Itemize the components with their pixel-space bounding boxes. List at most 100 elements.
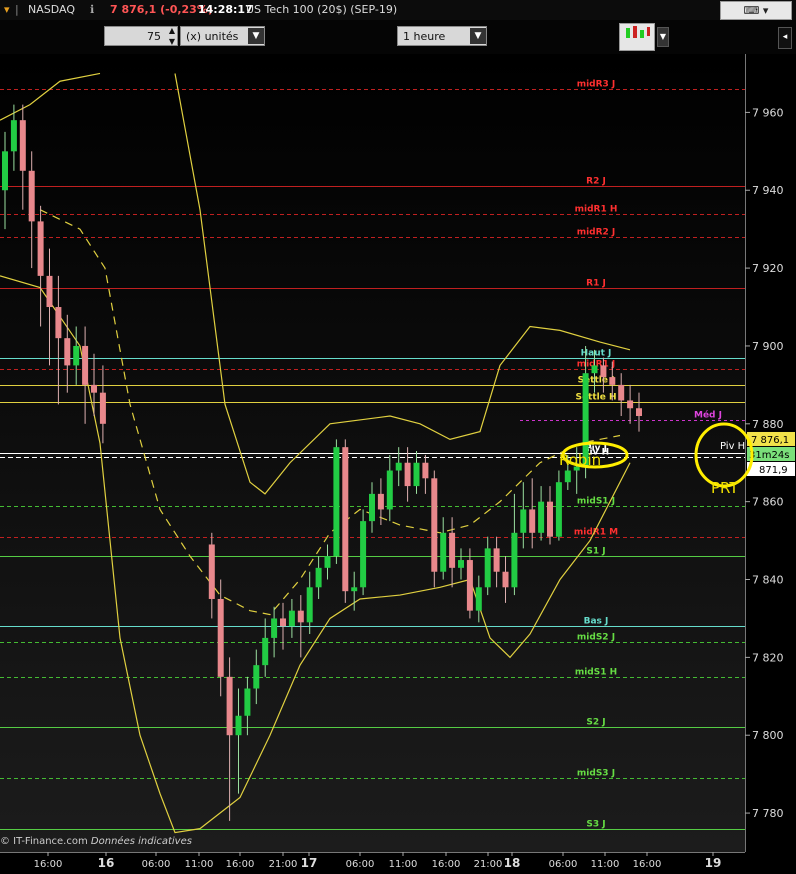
candle-body — [591, 365, 598, 374]
candle-body — [288, 610, 295, 627]
level-label-MedJ: Méd J — [694, 410, 722, 421]
candle-body — [99, 392, 106, 424]
candle-body — [413, 462, 420, 487]
collapse-panel-icon[interactable]: ◂ — [778, 27, 792, 49]
copyright-text: © IT-Finance.com — [0, 836, 88, 847]
candle-body — [440, 532, 447, 572]
candle-body — [64, 338, 71, 366]
x-tick-label: 16:00 — [432, 859, 461, 870]
x-tick-label: 11:00 — [389, 859, 418, 870]
candle-body — [520, 509, 527, 533]
quote-header: ▾ | NASDAQ ℹ 7 876,1 (-0,23%) 14:28:17 U… — [0, 0, 796, 20]
quantity-stepper[interactable]: 75 ▲ ▼ — [104, 26, 178, 46]
x-tick-label: 19 — [705, 856, 722, 870]
y-tick-label: 7 880 — [752, 418, 784, 431]
candle-body — [342, 447, 349, 592]
candle-body — [306, 587, 313, 623]
candle-body — [91, 384, 97, 393]
level-label-S2J: S2 J — [586, 718, 605, 728]
level-label-R2J: R2 J — [586, 177, 606, 187]
level-label-S3J: S3 J — [586, 820, 605, 830]
candle-body — [636, 408, 642, 417]
instrument-description: US Tech 100 (20$) (SEP-19) — [246, 3, 398, 16]
candle-body — [37, 221, 44, 276]
candle-body — [82, 345, 89, 385]
x-tick-label: 18 — [504, 856, 521, 870]
x-tick-label: 21:00 — [269, 859, 298, 870]
level-label-midS3J: midS3 J — [577, 769, 615, 779]
candle-body — [244, 688, 251, 716]
candle-body — [529, 509, 536, 533]
y-tick-label: 7 820 — [752, 651, 784, 664]
candle-body — [493, 548, 500, 572]
y-tick-label: 7 900 — [752, 340, 784, 353]
x-tick-label: 16:00 — [633, 859, 662, 870]
candle-body — [28, 170, 35, 222]
x-tick-label: 11:00 — [185, 859, 214, 870]
chart-toolbar: 75 ▲ ▼ (x) unités ▼ 1 heure ▼ ▼ ◂ — [0, 20, 796, 54]
candle-body — [351, 587, 358, 592]
separator: | — [15, 3, 19, 16]
level-label-R1J: R1 J — [586, 279, 606, 289]
quantity-value: 75 — [147, 30, 161, 43]
units-label: (x) unités — [186, 30, 239, 43]
level-label-midS1J: midS1 J — [577, 497, 615, 507]
candle-body — [19, 120, 26, 171]
candle-body — [547, 501, 553, 537]
y-tick-label: 7 960 — [752, 106, 784, 119]
piv-h-label: Piv H — [720, 441, 745, 452]
level-label-BasJ: Bas J — [584, 617, 609, 627]
candle-body — [360, 521, 367, 588]
level-label-midS1H: midS1 H — [575, 668, 617, 678]
quote-time: 14:28:17 — [198, 3, 253, 16]
candle-body — [618, 384, 625, 401]
candle-body — [333, 447, 340, 557]
x-tick-label: 16:00 — [34, 859, 63, 870]
level-label-midR1H: midR1 H — [575, 205, 618, 215]
timer-label: 31m24s — [749, 450, 789, 461]
x-tick-label: 06:00 — [142, 859, 171, 870]
candle-body — [627, 400, 634, 409]
candle-body — [369, 493, 375, 522]
instrument-name[interactable]: NASDAQ — [28, 0, 75, 20]
level-label-S1J: S1 J — [586, 547, 605, 557]
level-label-midR2J: midR2 J — [577, 228, 616, 238]
candle-body — [458, 560, 464, 568]
x-tick-label: 16 — [98, 856, 115, 870]
candle-body — [484, 548, 491, 588]
stepper-arrows-icon[interactable]: ▲ ▼ — [169, 25, 175, 47]
info-icon[interactable]: ℹ — [90, 0, 94, 20]
chevron-down-icon[interactable]: ▼ — [248, 28, 264, 44]
timeframe-select[interactable]: 1 heure ▼ — [397, 26, 487, 46]
y-tick-label: 7 860 — [752, 496, 784, 509]
candle-body — [422, 462, 429, 479]
annotation-robin: Robin — [559, 451, 602, 469]
candle-body — [10, 120, 17, 152]
y-tick-label: 7 780 — [752, 807, 784, 820]
chevron-down-icon[interactable]: ▼ — [657, 27, 669, 47]
candle-body — [46, 275, 53, 308]
candle-body — [280, 618, 286, 627]
y-tick-label: 7 940 — [752, 184, 784, 197]
candle-body — [55, 307, 62, 339]
price-chart[interactable]: 7 960 7 940 7 920 7 900 7 880 7 860 7 840 7 820… — [0, 0, 796, 874]
x-tick-label: 11:00 — [591, 859, 620, 870]
y-tick-label: 7 920 — [752, 262, 784, 275]
y-tick-label: 7 800 — [752, 729, 784, 742]
candle-body — [217, 598, 224, 677]
candle-body — [449, 532, 456, 568]
candle-body — [297, 610, 304, 623]
units-select[interactable]: (x) unités ▼ — [180, 26, 265, 46]
candle-body — [475, 587, 482, 611]
x-tick-label: 17 — [301, 856, 318, 870]
chevron-down-icon[interactable]: ▼ — [470, 28, 486, 44]
keyboard-icon[interactable]: ⌨ ▾ — [720, 1, 792, 20]
candle-body — [2, 151, 8, 191]
level-label-SettleH: Settle H — [575, 393, 616, 403]
last-price-label: 7 876,1 — [751, 435, 789, 446]
candle-body — [395, 462, 402, 471]
candle-body — [226, 676, 233, 736]
timeframe-value: 1 heure — [403, 30, 446, 43]
candle-body — [262, 637, 269, 666]
chart-tools-icon[interactable] — [619, 23, 655, 51]
